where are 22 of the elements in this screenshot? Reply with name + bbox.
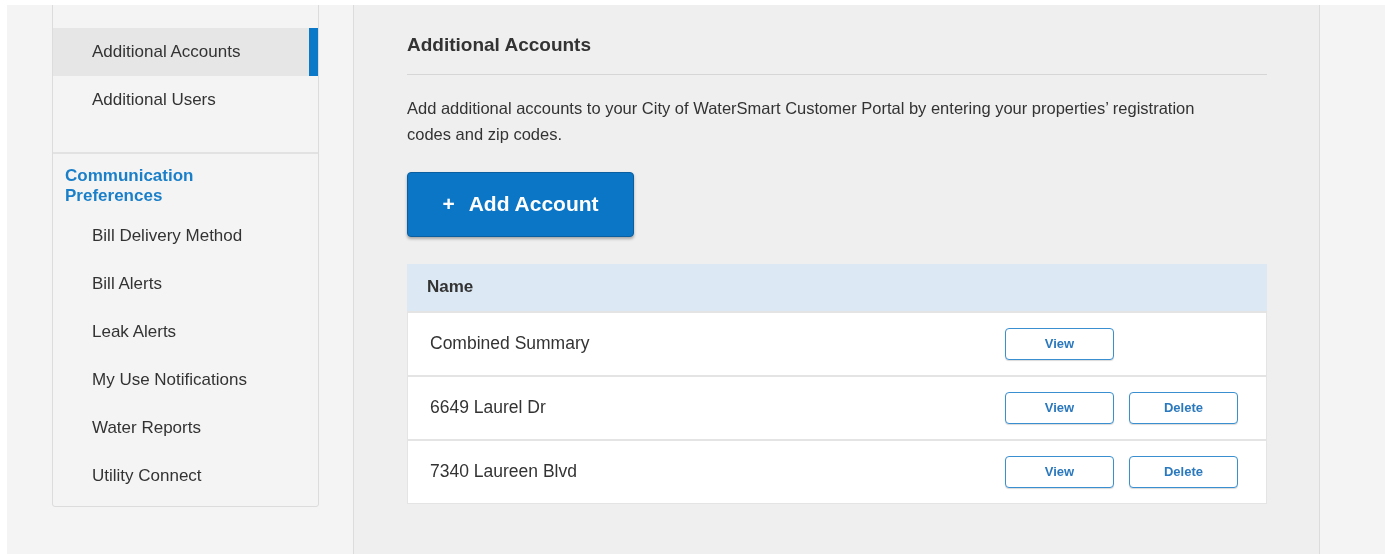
account-name: Combined Summary (430, 332, 591, 356)
sidebar-item[interactable]: Additional Accounts (53, 28, 318, 76)
sidebar-item[interactable]: Water Reports (53, 404, 318, 452)
sidebar-item[interactable]: Leak Alerts (53, 308, 318, 356)
delete-button[interactable]: Delete (1129, 455, 1238, 488)
sidebar-item[interactable]: My Use Notifications (53, 356, 318, 404)
page-title: Additional Accounts (407, 31, 1267, 75)
view-button[interactable]: View (1005, 455, 1114, 488)
add-account-button[interactable]: + Add Account (407, 171, 634, 237)
sidebar-item[interactable]: Bill Alerts (53, 260, 318, 308)
sidebar-item[interactable]: Utility Connect (53, 452, 318, 500)
view-button[interactable]: View (1005, 391, 1114, 424)
description: Add additional accounts to your City of WaterSmart Customer Portal by entering your properties’ registration codes and zip codes. (407, 97, 1196, 145)
sidebar-item[interactable]: Additional Users (53, 76, 318, 124)
sidebar-item[interactable]: Bill Delivery Method (53, 212, 318, 260)
account-name: 7340 Laureen Blvd (430, 460, 578, 484)
view-button[interactable]: View (1005, 327, 1114, 360)
column-header: Name (427, 276, 474, 299)
delete-button[interactable]: Delete (1129, 391, 1238, 424)
plus-icon: + (442, 188, 455, 220)
section-heading: Communication Preferences (64, 166, 195, 206)
account-name: 6649 Laurel Dr (430, 396, 547, 420)
